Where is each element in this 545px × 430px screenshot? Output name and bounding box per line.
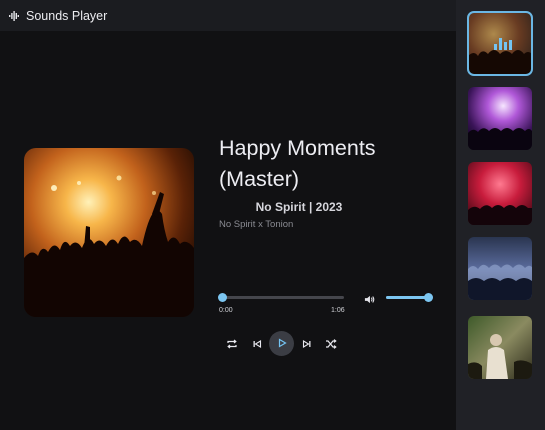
- shuffle-icon[interactable]: [324, 337, 337, 350]
- repeat-icon[interactable]: [225, 337, 238, 350]
- playlist-item-4[interactable]: [468, 237, 532, 300]
- album-cover: [24, 148, 194, 317]
- top-bar: Sounds Player: [0, 0, 456, 31]
- playlist-item-2[interactable]: [468, 87, 532, 150]
- equalizer-icon: [494, 38, 512, 50]
- playlist-sidebar: [456, 0, 545, 430]
- sound-wave-icon: [9, 10, 19, 21]
- volume-handle[interactable]: [424, 293, 433, 302]
- concert-blue-thumbnail: [468, 237, 532, 300]
- track-artist: No Spirit x Tonion: [219, 219, 294, 230]
- play-icon: [277, 335, 287, 353]
- playlist-item-5[interactable]: [468, 316, 532, 379]
- playlist-item-1[interactable]: [467, 11, 533, 76]
- play-button[interactable]: [269, 331, 294, 356]
- volume-fill: [386, 296, 428, 299]
- current-time: 0:00: [219, 307, 233, 314]
- speaker-icon[interactable]: [364, 292, 375, 304]
- progress-handle[interactable]: [218, 293, 227, 302]
- duration: 1:06: [331, 307, 345, 314]
- progress-bar[interactable]: [218, 293, 344, 302]
- concert-red-thumbnail: [468, 162, 532, 225]
- playlist-item-3[interactable]: [468, 162, 532, 225]
- festival-green-thumbnail: [468, 316, 532, 379]
- track-meta: No Spirit | 2023: [255, 200, 343, 214]
- track-title-line-2: (Master): [219, 167, 300, 191]
- skip-next-icon[interactable]: [300, 337, 313, 350]
- track-title: Happy Moments (Master): [219, 133, 449, 195]
- track-title-line-1: Happy Moments: [219, 136, 376, 160]
- skip-previous-icon[interactable]: [250, 337, 263, 350]
- volume-slider[interactable]: [386, 293, 433, 302]
- concert-purple-thumbnail: [468, 87, 532, 150]
- app-title: Sounds Player: [26, 8, 108, 23]
